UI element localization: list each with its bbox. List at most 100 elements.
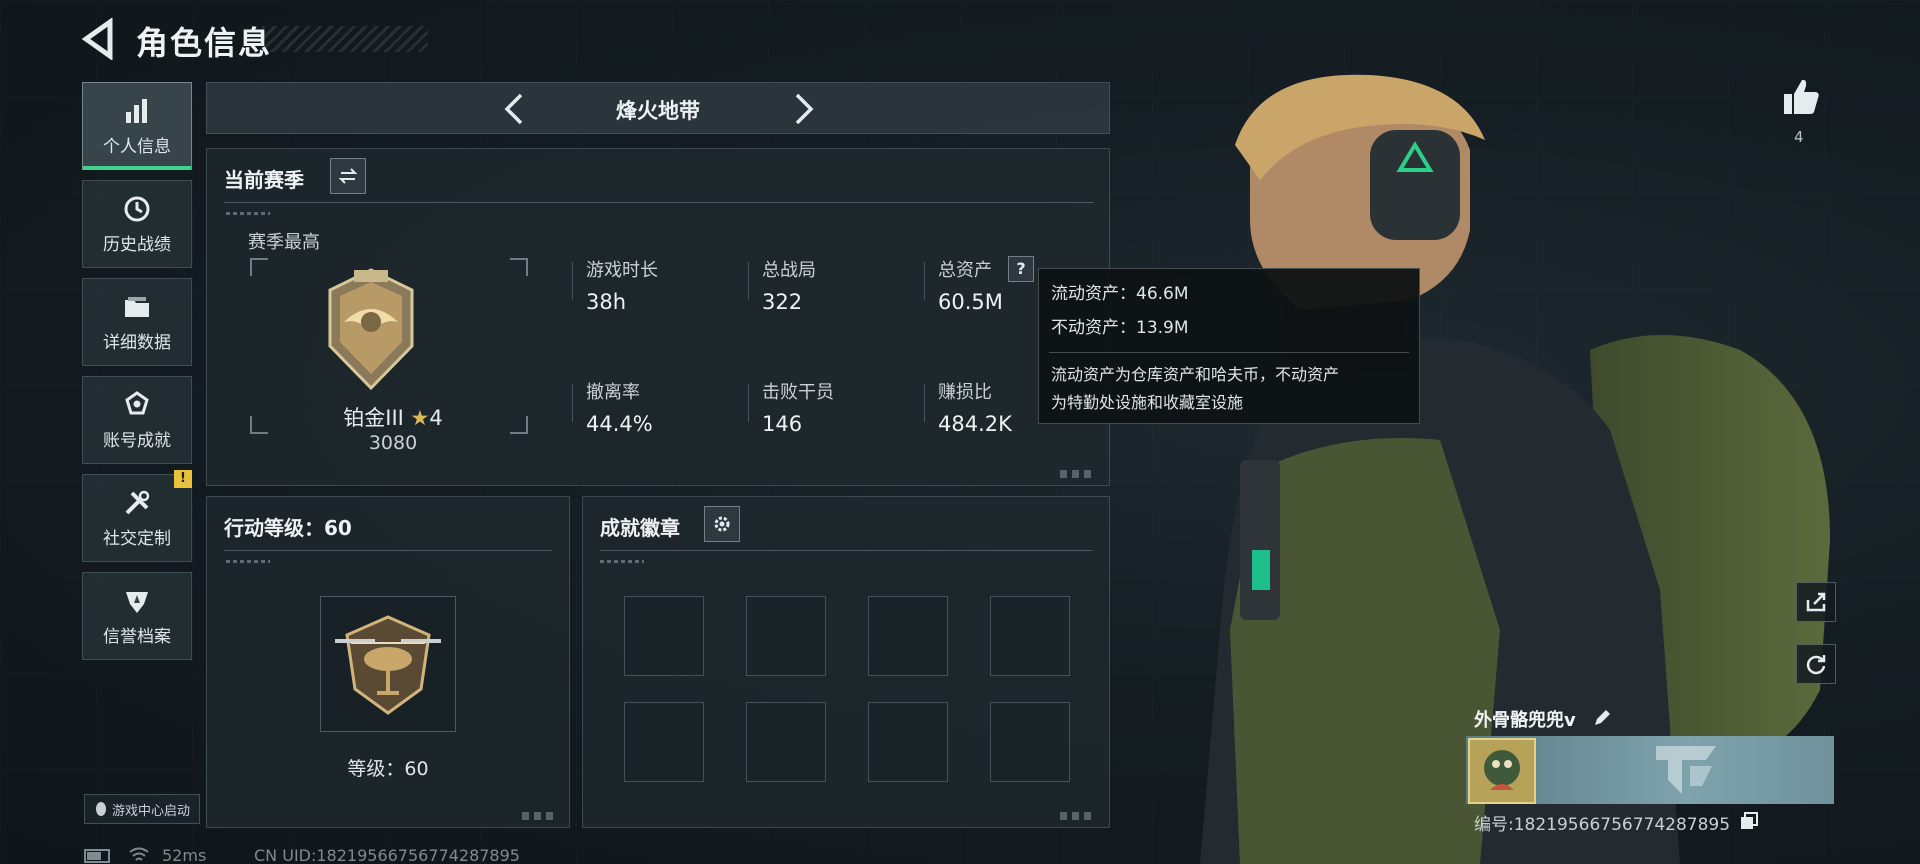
stat-label: 撤离率 [586, 382, 640, 403]
decoration-marks [1060, 812, 1096, 820]
stat-divider [924, 384, 925, 422]
decoration-marks [226, 212, 270, 215]
assets-tooltip: 流动资产：46.6M 不动资产：13.9M 流动资产为仓库资产和哈夫币，不动资产… [1038, 268, 1420, 424]
stat-label: 总资产 [938, 260, 992, 281]
edit-pencil-icon[interactable] [1592, 708, 1612, 728]
player-avatar[interactable] [1468, 738, 1536, 804]
rank-stars: 4 [429, 406, 443, 430]
stat-label: 赚损比 [938, 382, 992, 403]
helicopter-level-emblem [335, 615, 441, 715]
launch-label: 游戏中心启动 [111, 803, 190, 819]
stat-divider [748, 384, 749, 422]
player-name: 外骨骼兜兜v [1474, 710, 1576, 731]
sidebar-item-label: 历史战绩 [103, 234, 171, 255]
share-icon [1806, 592, 1826, 612]
badge-slot[interactable] [624, 702, 704, 782]
badge-slot[interactable] [746, 596, 826, 676]
stat-divider [572, 262, 573, 300]
decoration-marks [600, 560, 644, 563]
sidebar-item-achievements[interactable]: 账号成就 [82, 376, 192, 464]
tooltip-divider [1049, 352, 1409, 353]
badge-slot[interactable] [868, 702, 948, 782]
badge-slot[interactable] [624, 596, 704, 676]
stat-value: 44.4% [586, 412, 653, 436]
decoration-marks [522, 812, 558, 820]
badge-slot[interactable] [990, 702, 1070, 782]
refresh-icon [1806, 655, 1826, 675]
stat-value: 484.2K [938, 412, 1012, 436]
mode-title: 烽火地带 [616, 99, 700, 123]
sidebar-item-detailed-data[interactable]: 详细数据 [82, 278, 192, 366]
star-icon: ★ [410, 406, 430, 430]
mode-tab-bar: 烽火地带 [206, 82, 1110, 134]
battery-icon [84, 849, 110, 863]
chevron-right-icon[interactable] [785, 91, 821, 127]
title-decoration [262, 26, 428, 52]
penguin-icon [95, 802, 106, 816]
bar-chart-icon [126, 98, 147, 123]
sidebar-item-reputation[interactable]: 信誉档案 [82, 572, 192, 660]
shield-icon [126, 591, 148, 613]
stat-label: 总战局 [762, 260, 816, 281]
back-arrow-icon[interactable] [80, 18, 122, 60]
achievements-title: 成就徽章 [600, 516, 680, 540]
sidebar-item-label: 个人信息 [103, 136, 171, 157]
badge-settings-button[interactable] [704, 506, 740, 542]
stat-divider [572, 384, 573, 422]
page-title: 角色信息 [136, 24, 273, 62]
stat-value: 60.5M [938, 290, 1003, 314]
warning-badge: ! [174, 470, 192, 488]
game-center-launch-button[interactable]: 游戏中心启动 [84, 794, 200, 824]
rank-line: 铂金III ★4 [318, 402, 468, 432]
season-best-label: 赛季最高 [248, 232, 320, 253]
stat-label: 击败干员 [762, 382, 834, 403]
stat-value: 38h [586, 290, 627, 314]
rank-score: 3080 [368, 432, 418, 454]
swap-icon [338, 168, 358, 184]
level-text: 等级：60 [347, 758, 429, 780]
rank-name: 铂金III [343, 406, 404, 430]
like-count: 4 [1794, 128, 1804, 146]
stat-divider [748, 262, 749, 300]
sidebar-item-match-history[interactable]: 历史战绩 [82, 180, 192, 268]
season-title: 当前赛季 [224, 168, 304, 192]
action-level-title: 行动等级：60 [224, 516, 352, 540]
tooltip-description-line: 流动资产为仓库资产和哈夫币，不动资产 [1051, 365, 1340, 384]
tooltip-description-line: 为特勤处设施和收藏室设施 [1051, 393, 1244, 412]
share-button[interactable] [1796, 582, 1836, 622]
platinum-rank-emblem [328, 268, 414, 391]
badge-slot[interactable] [990, 596, 1070, 676]
player-id: 编号:18219566756774287895 [1474, 815, 1731, 835]
sidebar-item-personal-info[interactable]: 个人信息 [82, 82, 192, 170]
stat-divider [924, 262, 925, 300]
tooltip-fixed-assets: 不动资产：13.9M [1051, 318, 1189, 338]
rotate-button[interactable] [1796, 644, 1836, 684]
level-emblem-frame [320, 596, 456, 732]
section-divider [224, 550, 552, 551]
thumbs-up-icon[interactable] [1780, 76, 1822, 118]
help-button[interactable]: ? [1008, 256, 1034, 282]
gear-icon [714, 516, 730, 532]
tools-icon [125, 490, 150, 514]
tooltip-liquid-assets: 流动资产：46.6M [1051, 284, 1189, 304]
stat-label: 游戏时长 [586, 260, 658, 281]
decoration-marks [226, 560, 270, 563]
folder-icon [125, 296, 149, 317]
switch-season-button[interactable] [330, 158, 366, 194]
sidebar-item-label: 信誉档案 [103, 626, 171, 647]
badge-slot[interactable] [868, 596, 948, 676]
section-divider [224, 202, 1094, 203]
sidebar-item-label: 详细数据 [103, 332, 171, 353]
badge-slot[interactable] [746, 702, 826, 782]
ping-text: 52ms [162, 846, 207, 864]
sidebar-item-label: 社交定制 [103, 528, 171, 549]
decoration-marks [1060, 470, 1096, 478]
section-divider [600, 550, 1092, 551]
stat-value: 146 [762, 412, 803, 436]
medal-icon [125, 390, 149, 414]
avatar-image [1470, 740, 1534, 802]
copy-icon[interactable] [1740, 812, 1758, 830]
wifi-icon [129, 847, 149, 861]
emblem-logo-icon [1656, 746, 1716, 794]
uid-text: CN UID:18219566756774287895 [254, 846, 520, 864]
